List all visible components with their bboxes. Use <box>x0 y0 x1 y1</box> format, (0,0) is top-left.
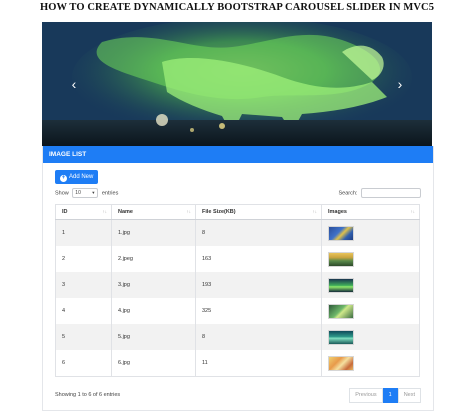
entries-select-value: 10 <box>75 190 81 196</box>
cell-size: 11 <box>195 350 322 377</box>
cell-image <box>321 219 420 246</box>
column-header-name[interactable]: Name ↑↓ <box>111 204 196 220</box>
table-row: 4 4.jpg 325 <box>55 298 420 324</box>
page-title: HOW TO CREATE DYNAMICALLY BOOTSTRAP CARO… <box>39 2 435 13</box>
plus-circle-icon: + <box>60 175 67 182</box>
entries-select[interactable]: 10 ▼ <box>72 188 99 198</box>
thumbnail-image <box>328 329 354 345</box>
cell-name: 2.jpeg <box>111 246 196 272</box>
cell-id: 5 <box>55 324 112 350</box>
sort-icon: ↑↓ <box>312 209 318 214</box>
cell-size: 325 <box>195 298 322 324</box>
add-new-button[interactable]: + Add New <box>55 170 99 184</box>
carousel[interactable]: ‹ › <box>42 22 432 146</box>
cell-image <box>321 350 420 377</box>
page-1-button[interactable]: 1 <box>382 388 398 403</box>
cell-image <box>321 246 420 272</box>
thumbnail-image <box>328 225 354 241</box>
cell-name: 1.jpg <box>111 219 196 246</box>
chevron-down-icon: ▼ <box>91 190 96 195</box>
image-table: ID ↑↓ Name ↑↓ File Size(KB) ↑↓ Images ↑↓ 1 1… <box>55 204 420 377</box>
cell-image <box>321 324 420 350</box>
cell-size: 8 <box>195 324 322 350</box>
show-label: Show <box>55 190 69 197</box>
cell-name: 6.jpg <box>111 350 196 377</box>
cell-id: 1 <box>55 219 112 246</box>
search-input[interactable] <box>361 188 421 198</box>
table-row: 6 6.jpg 11 <box>55 350 420 377</box>
sort-icon: ↑↓ <box>410 209 416 214</box>
pagination: Previous 1 Next <box>349 388 421 403</box>
cell-id: 3 <box>55 272 112 298</box>
cell-id: 2 <box>55 246 112 272</box>
thumbnail-image <box>328 277 354 293</box>
sort-icon: ↑↓ <box>102 209 108 214</box>
carousel-slide-image <box>42 22 432 146</box>
panel-heading: IMAGE LIST <box>43 146 433 163</box>
length-control: Show 10 ▼ entries <box>55 188 118 198</box>
cell-size: 163 <box>195 246 322 272</box>
thumbnail-image <box>328 303 354 319</box>
table-header-row: ID ↑↓ Name ↑↓ File Size(KB) ↑↓ Images ↑↓ <box>55 204 420 220</box>
cell-name: 4.jpg <box>111 298 196 324</box>
cell-image <box>321 272 420 298</box>
table-info: Showing 1 to 6 of 6 entries <box>55 392 121 398</box>
cell-name: 5.jpg <box>111 324 196 350</box>
chevron-left-icon[interactable]: ‹ <box>66 76 82 92</box>
chevron-right-icon[interactable]: › <box>392 76 408 92</box>
table-row: 3 3.jpg 193 <box>55 272 420 298</box>
cell-image <box>321 298 420 324</box>
cell-size: 8 <box>195 219 322 246</box>
sort-icon: ↑↓ <box>186 209 192 214</box>
cell-id: 6 <box>55 350 112 377</box>
column-header-images[interactable]: Images ↑↓ <box>321 204 420 220</box>
cell-name: 3.jpg <box>111 272 196 298</box>
table-row: 5 5.jpg 8 <box>55 324 420 350</box>
search-control: Search: <box>338 188 421 198</box>
thumbnail-image <box>328 355 354 371</box>
table-row: 1 1.jpg 8 <box>55 219 420 246</box>
entries-label: entries <box>101 190 119 197</box>
thumbnail-image <box>328 251 354 267</box>
next-page-button[interactable]: Next <box>397 388 421 403</box>
cell-size: 193 <box>195 272 322 298</box>
cell-id: 4 <box>55 298 112 324</box>
add-new-label: Add New <box>69 174 94 180</box>
column-header-id[interactable]: ID ↑↓ <box>55 204 112 220</box>
table-row: 2 2.jpeg 163 <box>55 246 420 272</box>
previous-page-button[interactable]: Previous <box>349 388 383 403</box>
image-list-panel: IMAGE LIST + Add New Show 10 ▼ entries Sea… <box>42 146 434 411</box>
column-header-file-size[interactable]: File Size(KB) ↑↓ <box>195 204 322 220</box>
search-label: Search: <box>338 190 358 197</box>
